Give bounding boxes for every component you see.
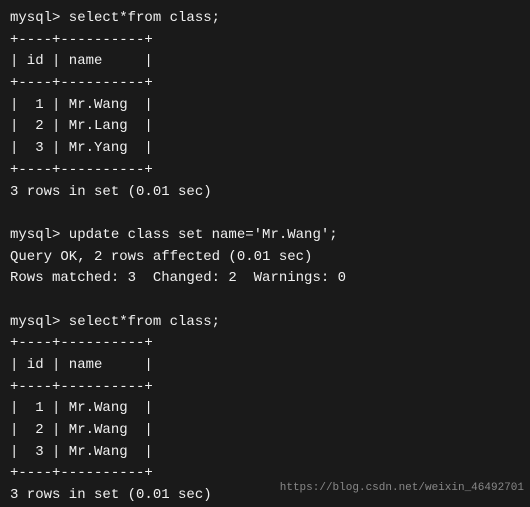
terminal-line: | 2 | Mr.Wang | — [10, 420, 520, 442]
terminal-line — [10, 290, 520, 312]
terminal-line: mysql> select*from class; — [10, 8, 520, 30]
terminal-line: +----+----------+ — [10, 333, 520, 355]
terminal-line: | 1 | Mr.Wang | — [10, 95, 520, 117]
terminal-line: | 1 | Mr.Wang | — [10, 398, 520, 420]
terminal-line — [10, 203, 520, 225]
terminal-line: mysql> update class set name='Mr.Wang'; — [10, 225, 520, 247]
terminal-line: +----+----------+ — [10, 30, 520, 52]
terminal-line: +----+----------+ — [10, 377, 520, 399]
terminal-line: | 2 | Mr.Lang | — [10, 116, 520, 138]
terminal-line: 3 rows in set (0.01 sec) — [10, 182, 520, 204]
terminal-line: | 3 | Mr.Wang | — [10, 442, 520, 464]
terminal-line: | 3 | Mr.Yang | — [10, 138, 520, 160]
terminal-line: Query OK, 2 rows affected (0.01 sec) — [10, 247, 520, 269]
terminal-line: Rows matched: 3 Changed: 2 Warnings: 0 — [10, 268, 520, 290]
terminal-line: | id | name | — [10, 355, 520, 377]
terminal-window: mysql> select*from class;+----+---------… — [0, 0, 530, 500]
terminal-line: +----+----------+ — [10, 73, 520, 95]
terminal-line: mysql> select*from class; — [10, 312, 520, 334]
terminal-line: | id | name | — [10, 51, 520, 73]
watermark-text: https://blog.csdn.net/weixin_46492701 — [280, 482, 524, 494]
terminal-line: +----+----------+ — [10, 160, 520, 182]
